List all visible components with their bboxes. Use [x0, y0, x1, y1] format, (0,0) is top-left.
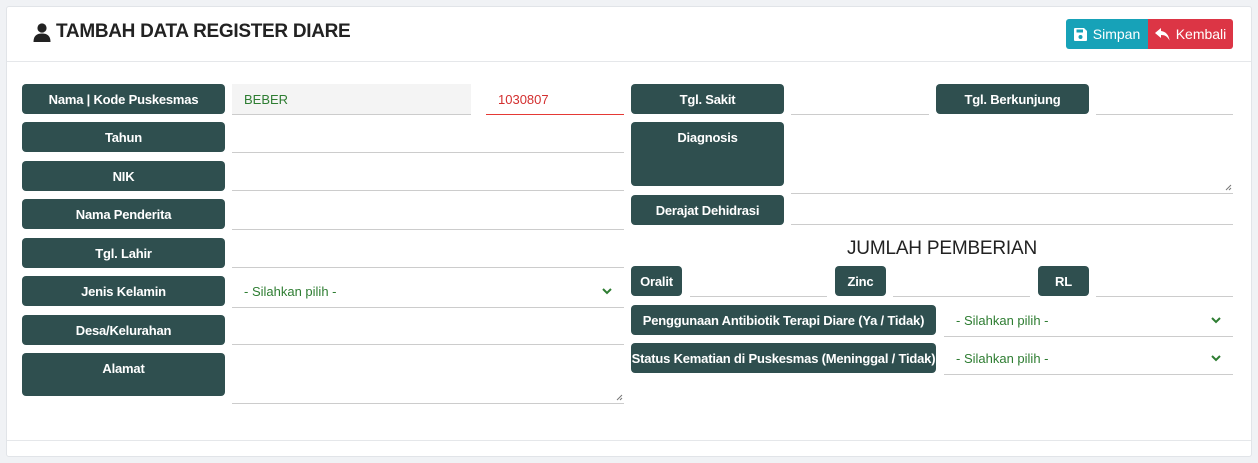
alamat-label: Alamat [22, 353, 225, 396]
derajat-dehidrasi-label: Derajat Dehidrasi [631, 195, 784, 225]
rl-label: RL [1038, 266, 1089, 296]
chevron-down-icon [602, 288, 612, 295]
page-title: TAMBAH DATA REGISTER DIARE [33, 21, 351, 43]
kembali-button[interactable]: Kembali [1148, 19, 1233, 49]
tahun-input[interactable] [232, 122, 624, 153]
chevron-down-icon [1211, 317, 1221, 324]
nama-penderita-input[interactable] [232, 199, 624, 230]
card-header: TAMBAH DATA REGISTER DIARE Simpan Kembal… [7, 7, 1251, 62]
status-kematian-select[interactable]: - Silahkan pilih - [944, 343, 1233, 375]
jenis-kelamin-selected: - Silahkan pilih - [244, 284, 337, 299]
antibiotik-selected: - Silahkan pilih - [956, 313, 1049, 328]
status-kematian-label: Status Kematian di Puskesmas (Meninggal … [631, 343, 936, 373]
tgl-sakit-input[interactable] [791, 84, 929, 115]
nik-label: NIK [22, 161, 225, 191]
chevron-down-icon [1211, 355, 1221, 362]
simpan-label: Simpan [1092, 26, 1141, 42]
jenis-kelamin-label: Jenis Kelamin [22, 276, 225, 306]
jenis-kelamin-select[interactable]: - Silahkan pilih - [232, 276, 624, 308]
tahun-label: Tahun [22, 122, 225, 152]
diagnosis-label: Diagnosis [631, 122, 784, 186]
tgl-sakit-label: Tgl. Sakit [631, 84, 784, 114]
rl-input[interactable] [1096, 266, 1233, 297]
kode-puskesmas-input[interactable] [486, 84, 624, 115]
oralit-input[interactable] [690, 266, 827, 297]
tgl-berkunjung-label: Tgl. Berkunjung [936, 84, 1089, 114]
undo-arrow-icon [1154, 27, 1170, 40]
alamat-textarea[interactable] [232, 353, 624, 404]
nik-input[interactable] [232, 160, 624, 191]
register-card: TAMBAH DATA REGISTER DIARE Simpan Kembal… [6, 6, 1252, 457]
desa-kelurahan-label: Desa/Kelurahan [22, 315, 225, 345]
tgl-lahir-input[interactable] [232, 237, 624, 268]
simpan-button[interactable]: Simpan [1066, 19, 1148, 49]
nama-kode-puskesmas-label: Nama | Kode Puskesmas [22, 84, 225, 114]
zinc-input[interactable] [893, 266, 1030, 297]
card-footer-divider [7, 440, 1251, 441]
diagnosis-textarea[interactable] [791, 122, 1233, 194]
desa-kelurahan-input[interactable] [232, 314, 624, 345]
save-icon [1073, 27, 1087, 41]
user-icon [33, 22, 51, 42]
antibiotik-select[interactable]: - Silahkan pilih - [944, 305, 1233, 337]
jumlah-pemberian-heading: JUMLAH PEMBERIAN [847, 238, 1038, 259]
resize-grip-icon [616, 394, 623, 401]
nama-puskesmas-input[interactable] [232, 84, 471, 115]
kembali-label: Kembali [1175, 26, 1227, 42]
tgl-lahir-label: Tgl. Lahir [22, 238, 225, 268]
resize-grip-icon [1225, 184, 1232, 191]
status-kematian-selected: - Silahkan pilih - [956, 351, 1049, 366]
antibiotik-label: Penggunaan Antibiotik Terapi Diare (Ya /… [631, 305, 936, 335]
page-title-text: TAMBAH DATA REGISTER DIARE [56, 21, 351, 42]
nama-penderita-label: Nama Penderita [22, 199, 225, 229]
derajat-dehidrasi-input[interactable] [791, 194, 1233, 225]
zinc-label: Zinc [835, 266, 886, 296]
tgl-berkunjung-input[interactable] [1096, 84, 1233, 115]
oralit-label: Oralit [631, 266, 682, 296]
